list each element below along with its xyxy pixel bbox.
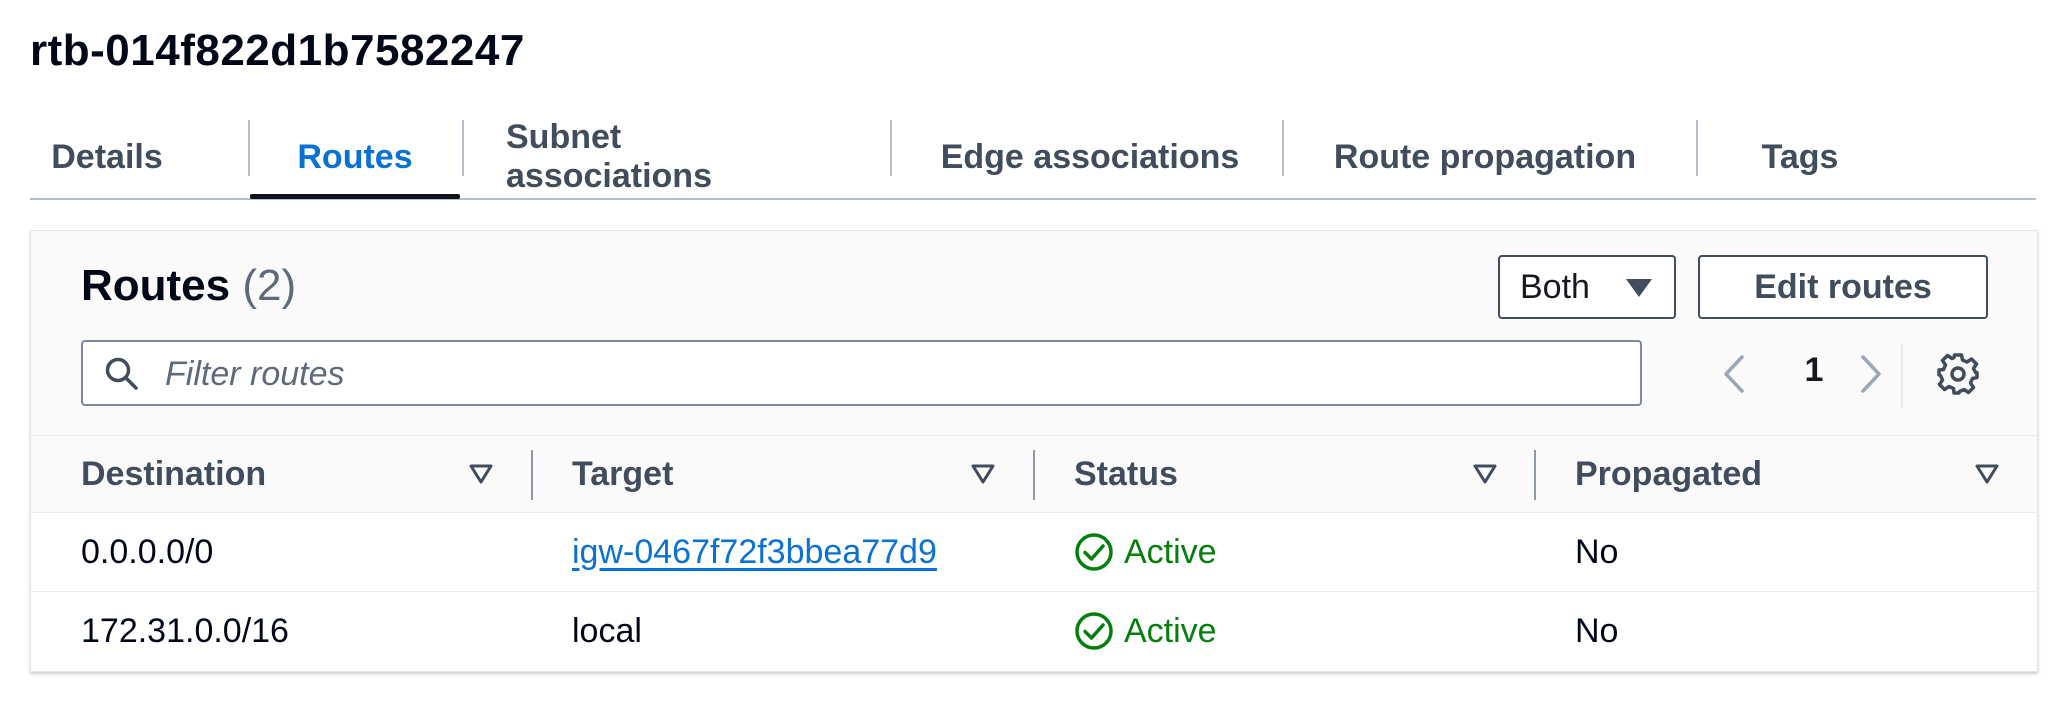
column-header-destination[interactable]: Destination (81, 436, 266, 512)
chevron-right-icon[interactable] (1851, 349, 1891, 399)
tab-subnet-associations[interactable]: Subnet associations (506, 118, 836, 196)
tab-edge-associations[interactable]: Edge associations (940, 118, 1240, 196)
caret-down-icon (1626, 279, 1652, 297)
column-header-target[interactable]: Target (572, 436, 673, 512)
cell-propagated: No (1575, 611, 1619, 650)
sort-caret-down-icon[interactable] (468, 463, 494, 485)
route-table-page: rtb-014f822d1b7582247 Details Routes Sub… (0, 0, 2062, 704)
column-divider[interactable] (531, 450, 533, 500)
status-text: Active (1124, 611, 1217, 650)
table-row: 172.31.0.0/16 local Active No (31, 592, 2037, 670)
cell-destination: 0.0.0.0/0 (81, 532, 214, 571)
routes-heading: Routes (2) (81, 261, 296, 311)
tab-tags[interactable]: Tags (1740, 118, 1860, 196)
tab-divider (462, 120, 464, 176)
routes-count: (2) (242, 261, 297, 310)
tab-divider (890, 120, 892, 176)
cell-status: Active (1074, 592, 1217, 670)
sort-caret-down-icon[interactable] (1974, 463, 2000, 485)
table-row: 0.0.0.0/0 igw-0467f72f3bbea77d9 Active N… (31, 513, 2037, 592)
route-filter-select[interactable]: Both (1498, 255, 1676, 319)
column-header-propagated[interactable]: Propagated (1575, 436, 1762, 512)
check-circle-icon (1075, 612, 1113, 650)
route-filter-selected-value: Both (1520, 267, 1590, 306)
tab-divider (1282, 120, 1284, 176)
pagination-current-page[interactable]: 1 (1789, 351, 1839, 390)
cell-target: local (572, 611, 642, 650)
cell-destination: 172.31.0.0/16 (81, 611, 289, 650)
routes-container-header: Routes (2) Both Edit routes 1 (31, 231, 2037, 436)
edit-routes-button[interactable]: Edit routes (1698, 255, 1988, 319)
routes-container: Routes (2) Both Edit routes 1 (30, 230, 2038, 672)
routes-heading-title: Routes (81, 261, 231, 310)
tab-routes[interactable]: Routes (250, 118, 460, 199)
status-text: Active (1124, 532, 1217, 571)
sort-caret-down-icon[interactable] (1472, 463, 1498, 485)
pagination-divider (1901, 343, 1903, 409)
column-divider[interactable] (1033, 450, 1035, 500)
cell-status: Active (1074, 513, 1217, 591)
column-header-status[interactable]: Status (1074, 436, 1178, 512)
tab-bar: Details Routes Subnet associations Edge … (30, 118, 2036, 200)
chevron-left-icon[interactable] (1714, 349, 1754, 399)
column-divider[interactable] (1534, 450, 1536, 500)
filter-routes-input[interactable] (163, 348, 1617, 400)
check-circle-icon (1075, 533, 1113, 571)
gear-icon[interactable] (1935, 351, 1981, 397)
cell-propagated: No (1575, 532, 1619, 571)
sort-caret-down-icon[interactable] (970, 463, 996, 485)
routes-table-header: Destination Target Status Propagated (31, 436, 2037, 513)
tab-details[interactable]: Details (40, 118, 174, 196)
tab-divider (1696, 120, 1698, 176)
filter-routes-search (81, 340, 1642, 406)
search-icon (105, 357, 138, 390)
tab-route-propagation[interactable]: Route propagation (1330, 118, 1640, 196)
target-link[interactable]: igw-0467f72f3bbea77d9 (572, 533, 937, 572)
page-title: rtb-014f822d1b7582247 (30, 26, 525, 75)
